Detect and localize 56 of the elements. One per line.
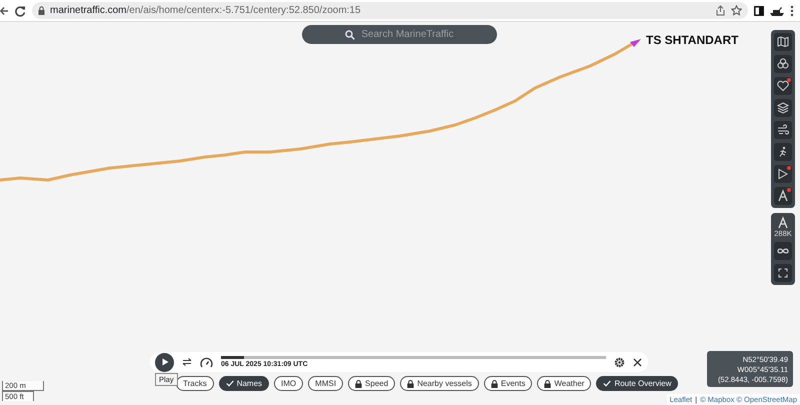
map-icon (776, 35, 790, 49)
filter-chip[interactable]: Events (484, 376, 532, 391)
sidebar-icon[interactable] (754, 6, 764, 16)
vessel-arrow-icon[interactable] (630, 39, 641, 47)
back-icon[interactable] (0, 4, 8, 16)
play-button[interactable] (155, 352, 174, 372)
filter-chip[interactable]: Speed (348, 376, 396, 391)
infinity-button[interactable] (774, 242, 792, 260)
search-icon (345, 30, 356, 40)
map-tool-button[interactable] (774, 165, 792, 183)
menu-icon[interactable] (790, 4, 794, 16)
url-text: marinetraffic.com/en/ais/home/centerx:-5.751/centery:52.850/zoom:15 (50, 5, 361, 16)
compass-icon[interactable] (776, 216, 790, 230)
lock-icon (355, 380, 362, 388)
star-icon[interactable] (731, 5, 742, 16)
check-icon (603, 380, 612, 387)
play-icon (776, 167, 790, 181)
filter-icon (776, 57, 790, 71)
wind-icon (776, 123, 790, 137)
map-tool-button[interactable] (774, 77, 792, 95)
lock-icon (38, 6, 45, 15)
vessel-name: TS SHTANDART (646, 33, 738, 47)
map-tool-button[interactable] (774, 121, 792, 139)
map-tool-button[interactable] (774, 33, 792, 51)
timeline-track[interactable] (221, 356, 606, 359)
share-icon[interactable] (715, 5, 726, 16)
search-placeholder: Search MarineTraffic (361, 29, 454, 40)
layers-icon (776, 101, 790, 115)
compass-icon (776, 189, 790, 203)
speed-gauge-icon[interactable] (200, 356, 213, 368)
fullscreen-button[interactable] (774, 264, 792, 282)
filter-chip[interactable]: Weather (537, 376, 592, 391)
heart-icon (776, 79, 790, 93)
close-icon[interactable] (633, 358, 642, 366)
lock-icon (407, 380, 414, 388)
ship-icon[interactable] (770, 6, 784, 16)
filter-chip[interactable]: Tracks (176, 376, 214, 391)
play-icon (160, 358, 168, 366)
settings-icon[interactable] (614, 356, 625, 368)
lock-icon (544, 380, 552, 388)
swap-icon[interactable] (182, 358, 192, 366)
lock-icon (490, 380, 498, 388)
address-bar[interactable]: marinetraffic.com/en/ais/home/centerx:-5.751/centery:52.850/zoom:15 (32, 2, 748, 19)
filter-chip[interactable]: Route Overview (596, 376, 678, 391)
map-tool-button[interactable] (774, 55, 792, 73)
filter-chip[interactable]: Nearby vessels (400, 376, 479, 391)
map-tool-button[interactable] (774, 143, 792, 161)
filter-chip[interactable]: Names (218, 376, 270, 391)
map-tool-button[interactable] (774, 187, 792, 205)
fullscreen-icon (778, 268, 788, 278)
check-icon (226, 380, 234, 387)
map-tool-button[interactable] (774, 99, 792, 117)
filter-chip[interactable]: MMSI (308, 376, 344, 391)
infinity-icon (777, 247, 789, 255)
filter-chip[interactable]: IMO (274, 376, 304, 391)
reload-icon[interactable] (14, 4, 26, 16)
